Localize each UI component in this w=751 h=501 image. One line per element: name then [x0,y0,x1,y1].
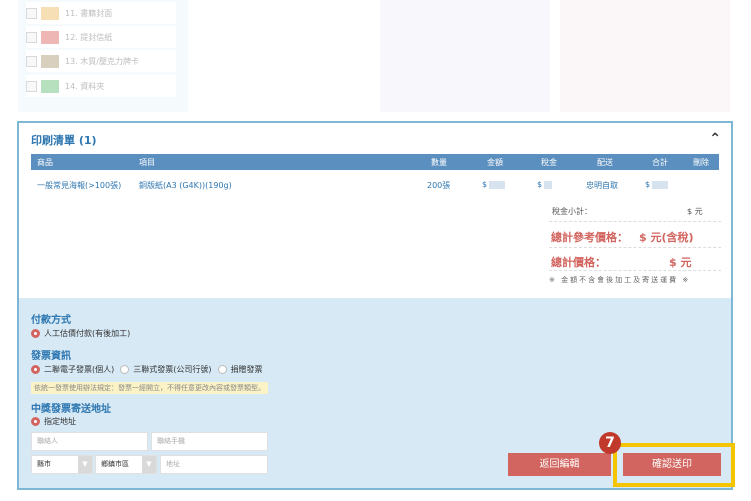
amount-value: $ [482,180,506,189]
header-quantity: 數量 [431,158,447,167]
print-list-title: 印刷清單 (1) [31,134,97,147]
total-ref-value: $ 元(含稅) [639,231,694,244]
payment-option-label: 人工估價付款(有後加工) [44,329,131,338]
header-item: 項目 [139,158,155,167]
category-item[interactable]: 13. 木質/壓克力牌卡 [26,50,176,72]
category-label: 14. 資料夾 [65,81,105,91]
checkbox[interactable] [26,7,37,19]
header-product: 商品 [37,158,53,167]
radio-selected-icon[interactable] [31,365,40,374]
delivery-value: 忠明自取 [586,181,618,190]
address-input[interactable]: 地址 [160,455,268,474]
invoice-option-company[interactable]: 三聯式發票(公司行號) [120,364,212,375]
amount-text: $ [482,180,488,189]
city-select[interactable]: 縣市 ▼ [31,455,93,474]
invoice-option-label: 三聯式發票(公司行號) [133,365,212,374]
total-value: $ [645,180,669,189]
step-badge: 7 [599,432,621,454]
header-delete: 刪除 [693,158,709,167]
header-amount: 金額 [487,158,503,167]
total-label: 總計價格： [551,256,606,269]
invoice-title: 發票資訊 [31,351,71,362]
radio-icon[interactable] [217,365,227,374]
envelope-icon [41,30,59,44]
tax-subtotal-value: $ 元 [687,207,703,216]
checkbox[interactable] [26,55,37,67]
payment-title: 付款方式 [31,315,71,326]
checkbox[interactable] [26,31,37,43]
folder-icon [41,79,59,93]
tax-text: $ [537,180,543,189]
category-label: 11. 書籍封面 [65,8,113,18]
radio-icon[interactable] [120,365,130,374]
radio-selected-icon[interactable] [31,329,40,338]
address-option-label: 指定地址 [44,417,76,426]
category-label: 13. 木質/壓克力牌卡 [65,56,139,66]
product-name[interactable]: 一般常見海報(>100張) [37,180,121,191]
contact-input[interactable]: 聯絡人 [31,432,148,451]
checkbox[interactable] [26,80,37,92]
table-header: 商品 項目 數量 金額 稅金 配送 合計 刪除 [31,154,719,170]
district-select[interactable]: 鄉鎮市區 ▼ [95,455,157,474]
invoice-option-label: 捐贈發票 [230,365,263,374]
radio-selected-icon[interactable] [31,417,40,426]
price-note: ※ 金額不含會後加工及寄送運費 ※ [549,276,691,284]
header-delivery: 配送 [597,158,613,167]
card-tag-icon [41,54,59,68]
total-text: $ [645,180,651,189]
header-total: 合計 [652,158,668,167]
invoice-option-donate[interactable]: 捐贈發票 [217,364,263,375]
tax-value: $ [537,180,553,189]
chevron-down-icon: ▼ [142,456,156,473]
quantity-value: 200張 [427,181,451,190]
invoice-options: 二聯電子發票(個人) 三聯式發票(公司行號) 捐贈發票 [31,364,269,375]
phone-input[interactable]: 聯絡手機 [151,432,268,451]
print-list-panel: 印刷清單 (1) ⌃ 商品 項目 數量 金額 稅金 配送 合計 刪除 一般常見海… [17,121,735,490]
invoice-notice: 依統一發票使用辦法規定：發票一經開立，不得任意更改內容或發票類型。 [31,382,268,394]
chevron-down-icon: ▼ [78,456,92,473]
address-option[interactable]: 指定地址 [31,416,76,427]
header-tax: 稅金 [541,158,557,167]
city-value: 縣市 [37,460,51,468]
product-category-list: 11. 書籍封面 12. 提封信紙 13. 木質/壓克力牌卡 14. 資料夾 [18,0,188,112]
district-value: 鄉鎮市區 [101,460,129,468]
total-ref-label: 總計參考價格： [551,231,628,244]
total-value: $ 元 [669,256,692,269]
background-panel [560,0,730,112]
background-panel [380,0,550,112]
chevron-up-icon[interactable]: ⌃ [709,131,721,147]
item-spec: 銅版紙(A3 (G4K))(190g) [139,181,232,190]
back-to-edit-button[interactable]: 返回編輯 [508,453,611,476]
book-cover-icon [41,6,59,20]
confirm-print-button[interactable]: 確認送印 [623,453,721,476]
category-item[interactable]: 11. 書籍封面 [26,2,176,24]
address-title: 中獎發票寄送地址 [31,404,111,415]
tax-subtotal-label: 稅金小計： [552,207,592,216]
invoice-option-personal[interactable]: 二聯電子發票(個人) [31,364,114,375]
payment-option[interactable]: 人工估價付款(有後加工) [31,328,130,339]
table-row: 一般常見海報(>100張) 銅版紙(A3 (G4K))(190g) 200張 $… [31,175,719,193]
category-item[interactable]: 12. 提封信紙 [26,26,176,48]
category-item[interactable]: 14. 資料夾 [26,75,176,97]
invoice-option-label: 二聯電子發票(個人) [44,365,115,374]
checkout-form: 付款方式 人工估價付款(有後加工) 發票資訊 二聯電子發票(個人) 三聯式發票(… [19,298,735,488]
category-label: 12. 提封信紙 [65,32,113,42]
